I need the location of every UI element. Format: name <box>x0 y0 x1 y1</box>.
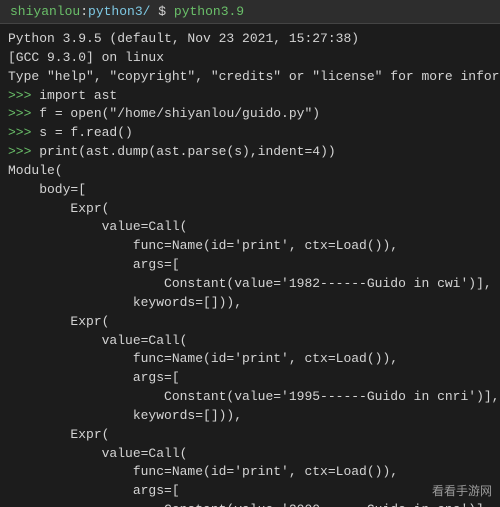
terminal-line: Constant(value='2000------Guido in cnc')… <box>8 501 492 507</box>
terminal-line: value=Call( <box>8 332 492 351</box>
terminal-line: Constant(value='1995------Guido in cnri'… <box>8 388 492 407</box>
terminal-command: python3.9 <box>174 4 244 19</box>
terminal-line: [GCC 9.3.0] on linux <box>8 49 492 68</box>
terminal-path: python3/ <box>88 4 150 19</box>
terminal-line: Module( <box>8 162 492 181</box>
terminal-user: shiyanlou <box>10 4 80 19</box>
terminal-line: Expr( <box>8 313 492 332</box>
terminal-line: Type "help", "copyright", "credits" or "… <box>8 68 492 87</box>
terminal-line: args=[ <box>8 482 492 501</box>
terminal-colon: : <box>80 4 88 19</box>
terminal-line: >>> f = open("/home/shiyanlou/guido.py") <box>8 105 492 124</box>
terminal-line: Expr( <box>8 426 492 445</box>
terminal-line: keywords=[])), <box>8 407 492 426</box>
terminal-line: body=[ <box>8 181 492 200</box>
terminal-line: value=Call( <box>8 218 492 237</box>
terminal-line: args=[ <box>8 256 492 275</box>
terminal-line: >>> s = f.read() <box>8 124 492 143</box>
terminal-window: shiyanlou:python3/ $ python3.9 Python 3.… <box>0 0 500 507</box>
terminal-prompt-sym: $ <box>158 4 166 19</box>
terminal-titlebar: shiyanlou:python3/ $ python3.9 <box>0 0 500 24</box>
terminal-title: shiyanlou:python3/ $ python3.9 <box>10 4 244 19</box>
terminal-line: >>> import ast <box>8 87 492 106</box>
terminal-line: func=Name(id='print', ctx=Load()), <box>8 463 492 482</box>
terminal-line: func=Name(id='print', ctx=Load()), <box>8 350 492 369</box>
terminal-line: Constant(value='1982------Guido in cwi')… <box>8 275 492 294</box>
terminal-line: Expr( <box>8 200 492 219</box>
terminal-line: keywords=[])), <box>8 294 492 313</box>
terminal-line: >>> print(ast.dump(ast.parse(s),indent=4… <box>8 143 492 162</box>
terminal-line: value=Call( <box>8 445 492 464</box>
terminal-space2 <box>166 4 174 19</box>
terminal-line: func=Name(id='print', ctx=Load()), <box>8 237 492 256</box>
terminal-body[interactable]: Python 3.9.5 (default, Nov 23 2021, 15:2… <box>0 24 500 507</box>
terminal-line: args=[ <box>8 369 492 388</box>
terminal-line: Python 3.9.5 (default, Nov 23 2021, 15:2… <box>8 30 492 49</box>
